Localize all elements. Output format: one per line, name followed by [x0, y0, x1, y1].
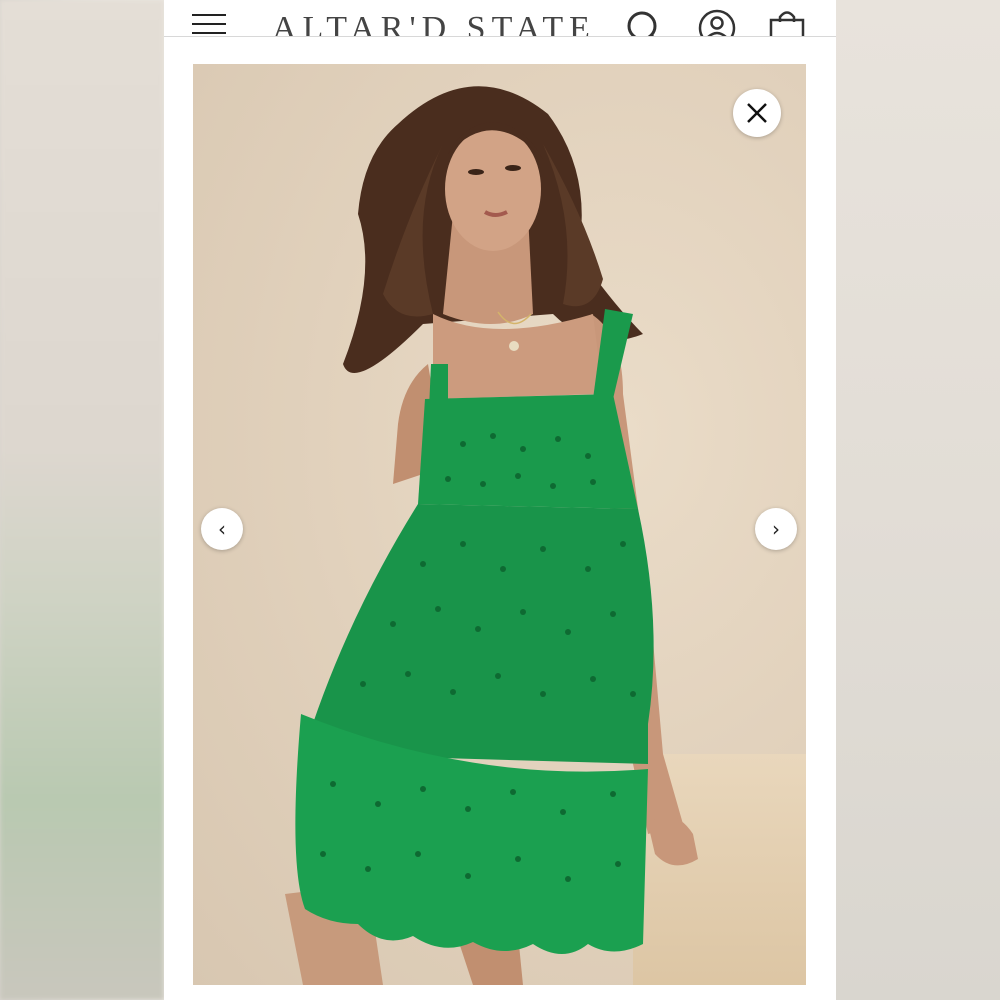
site-header: ALTAR'D STATE [164, 0, 836, 37]
chevron-left-icon: ‹ [218, 517, 226, 541]
search-icon[interactable] [624, 8, 664, 37]
chevron-right-icon: › [772, 517, 780, 541]
next-image-button[interactable]: › [755, 508, 797, 550]
close-viewer-button[interactable] [733, 89, 781, 137]
user-icon[interactable] [697, 8, 737, 37]
close-icon [747, 103, 767, 123]
previous-image-button[interactable]: ‹ [201, 508, 243, 550]
phone-screen: ALTAR'D STATE ‹ › [164, 0, 836, 1000]
product-photo [285, 86, 698, 985]
hamburger-menu-icon[interactable] [192, 14, 226, 36]
background-blur-right [836, 0, 1000, 1000]
image-viewer-modal: ‹ › [193, 64, 806, 985]
background-blur-left [0, 0, 164, 1000]
brand-logo[interactable]: ALTAR'D STATE [272, 10, 596, 36]
shopping-bag-icon[interactable] [767, 8, 807, 37]
